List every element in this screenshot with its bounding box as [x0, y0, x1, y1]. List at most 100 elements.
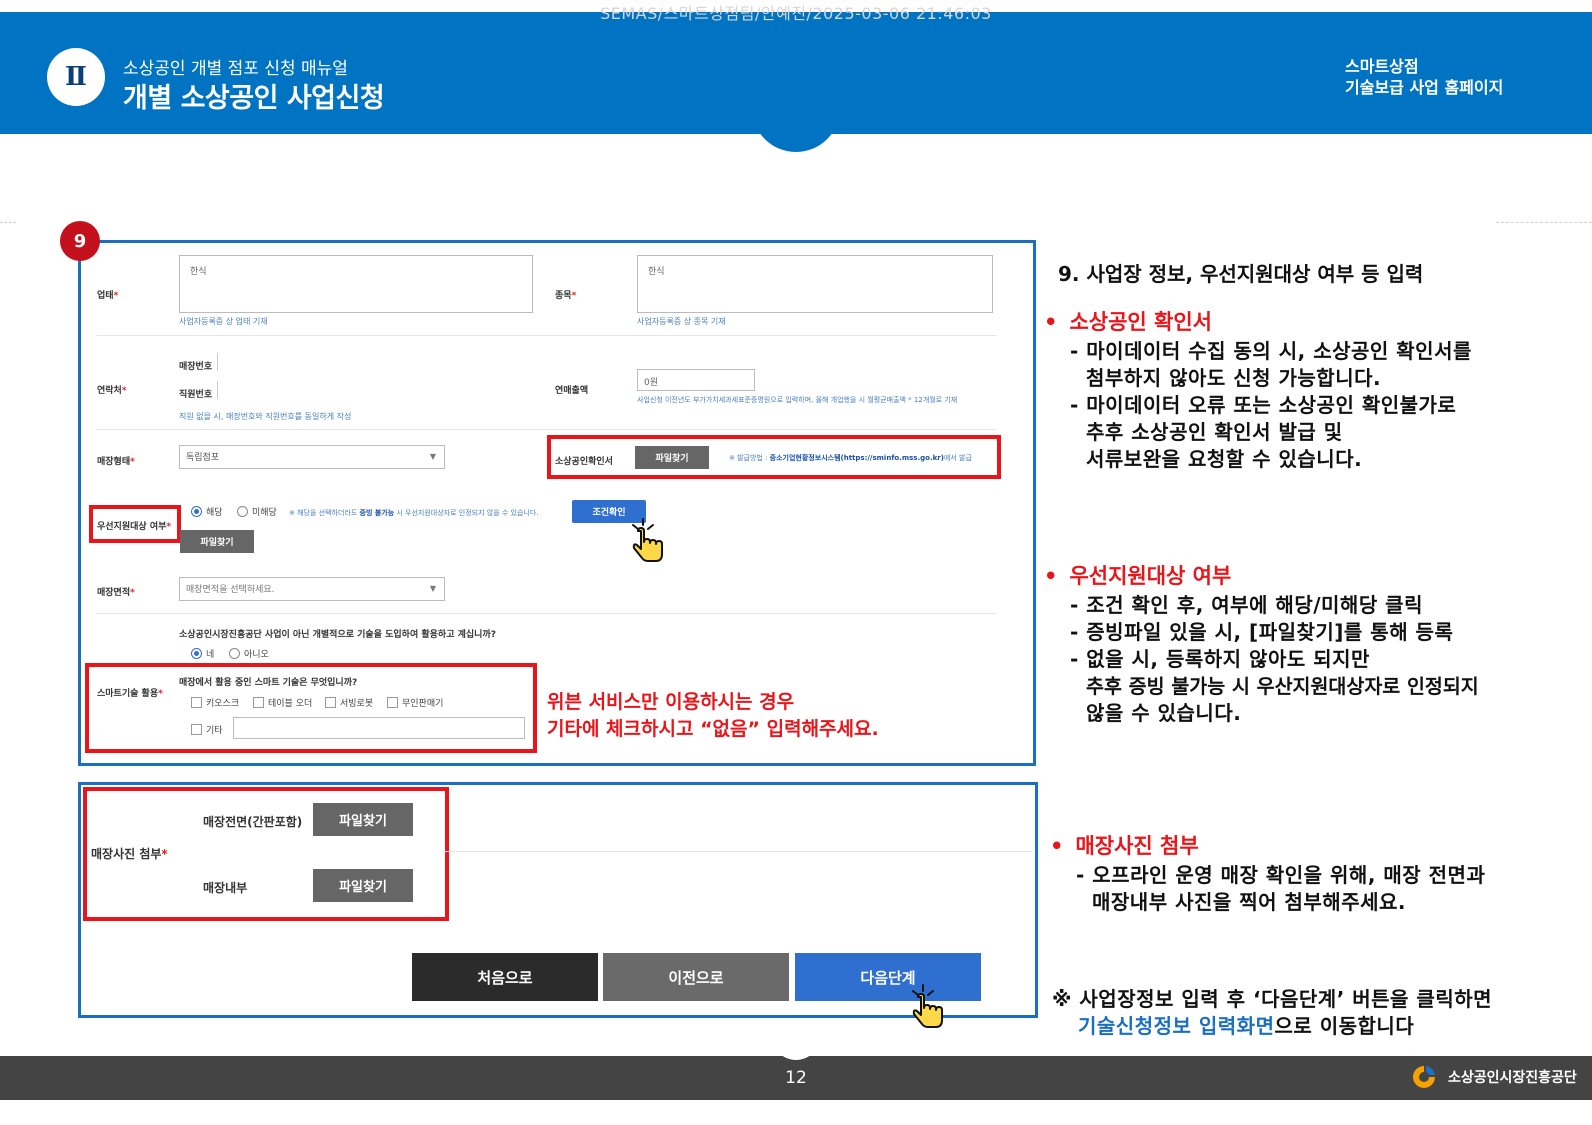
explain-store-photos: • 매장사진 첨부 - 오프라인 운영 매장 확인을 위해, 매장 전면과 매장내…: [1050, 830, 1590, 916]
row-separator: [443, 851, 1033, 852]
store-area-placeholder: 매장면적을 선택하세요.: [186, 585, 275, 595]
section-number-badge: Ⅱ: [47, 48, 105, 106]
sec2-line: - 조건 확인 후, 여부에 해당/미해당 클릭: [1070, 593, 1423, 617]
tech-option-table-order-label: 테이블 오더: [268, 699, 313, 709]
tech-option-other[interactable]: 기타: [191, 723, 223, 736]
business-type-label: 업태*: [97, 291, 119, 301]
pointer-hand-icon: [629, 515, 669, 565]
explain-sbiz-cert-title: • 소상공인 확인서: [1044, 306, 1584, 336]
tech-option-serving-robot[interactable]: 서빙로봇: [325, 696, 373, 709]
radio-checked-icon: [191, 506, 202, 517]
store-front-label: 매장전면(간판포함): [203, 815, 303, 829]
final-line2-rest: 으로 이동합니다: [1274, 1014, 1415, 1038]
smart-tech-question1: 소상공인시장진흥공단 사업이 아닌 개별적으로 기술을 도입하여 활용하고 계십…: [179, 630, 496, 640]
priority-note-bold: 증빙 불가능: [359, 509, 395, 517]
chevron-down-icon: ▼: [429, 584, 436, 593]
store-area-select[interactable]: 매장면적을 선택하세요. ▼: [179, 577, 445, 601]
sec1-line: 추후 소상공인 확인서 발급 및: [1086, 420, 1343, 444]
previous-button[interactable]: 이전으로: [603, 953, 789, 1001]
sec1-title-text: 소상공인 확인서: [1069, 310, 1212, 334]
store-inside-file-button[interactable]: 파일찾기: [313, 869, 413, 902]
store-phone-input[interactable]: [217, 353, 218, 371]
store-phone-label: 매장번호: [179, 362, 213, 372]
smart-tech-no-label: 아니오: [244, 650, 269, 660]
radio-icon: [229, 648, 240, 659]
sec1-line: - 마이데이터 수집 동의 시, 소상공인 확인서를: [1070, 339, 1472, 363]
annual-sales-hint: 사업신청 이전년도 부가가치세과세표준증명원으로 입력하며, 올해 개업했을 시…: [637, 396, 958, 404]
staff-phone-input[interactable]: [217, 381, 218, 399]
radio-checked-icon: [191, 648, 202, 659]
header-notch: [752, 100, 840, 152]
sec3-line: 매장내부 사진을 찍어 첨부해주세요.: [1092, 890, 1406, 914]
business-item-label: 종목*: [555, 291, 577, 301]
checkbox-icon: [191, 724, 202, 735]
final-line1: ※ 사업장정보 입력 후 ‘다음단계’ 버튼을 클릭하면: [1052, 987, 1493, 1011]
business-item-input[interactable]: 한식: [637, 255, 993, 313]
checkbox-icon: [387, 697, 398, 708]
next-step-explanation: ※ 사업장정보 입력 후 ‘다음단계’ 버튼을 클릭하면 기술신청정보 입력화면…: [1052, 986, 1592, 1040]
pointer-hand-icon: [909, 981, 949, 1031]
sec2-line: 추후 증빙 불가능 시 우산지원대상자로 인정되지: [1086, 675, 1479, 698]
store-photo-label: 매장사진 첨부*: [91, 847, 168, 861]
contact-hint: 직원 없을 시, 매장번호와 직원번호를 동일하게 작성: [179, 412, 352, 421]
next-step-button[interactable]: 다음단계: [795, 953, 981, 1001]
priority-file-button[interactable]: 파일찾기: [180, 530, 254, 553]
explain-priority-title: • 우선지원대상 여부: [1044, 560, 1590, 590]
contact-label: 연락처*: [97, 386, 127, 396]
store-front-file-button[interactable]: 파일찾기: [313, 803, 413, 836]
header-title: 개별 소상공인 사업신청: [123, 83, 385, 114]
sec2-title-text: 우선지원대상 여부: [1069, 564, 1232, 588]
priority-note: ※ 해당을 선택하더라도 증빙 불가능 시 우선지원대상자로 인정되지 않을 수…: [289, 508, 539, 518]
store-form-select[interactable]: 독립점포 ▼: [179, 445, 445, 469]
header-right-line1: 스마트상점: [1345, 57, 1419, 76]
tech-option-vending[interactable]: 무인판매기: [387, 696, 443, 709]
bullet-icon: •: [1050, 834, 1064, 858]
tech-option-kiosk-label: 키오스크: [206, 699, 240, 709]
weaven-note: 위븐 서비스만 이용하시는 경우 기타에 체크하시고 “없음” 입력해주세요.: [547, 689, 879, 743]
store-form-label: 매장형태*: [97, 457, 135, 467]
explain-store-photos-title: • 매장사진 첨부: [1050, 830, 1590, 860]
highlight-priority: [89, 505, 181, 543]
sec3-line: - 오프라인 운영 매장 확인을 위해, 매장 전면과: [1076, 863, 1486, 887]
annual-sales-label: 연매출액: [555, 386, 589, 396]
final-line2: 기술신청정보 입력화면으로 이동합니다: [1052, 1013, 1592, 1040]
priority-no-option[interactable]: 미해당: [237, 505, 277, 518]
highlight-sbiz-cert: [547, 435, 1001, 479]
page-number: 12: [785, 1068, 807, 1088]
radio-icon: [237, 506, 248, 517]
smart-tech-yes-option[interactable]: 네: [191, 647, 214, 660]
organization-name: 소상공인시장진흥공단: [1448, 1070, 1577, 1086]
tech-other-input[interactable]: [233, 717, 525, 739]
smart-tech-label: 스마트기술 활용*: [97, 689, 163, 699]
store-form-value: 독립점포: [186, 453, 220, 463]
priority-yes-label: 해당: [206, 508, 223, 518]
step-description-title: 9. 사업장 정보, 우선지원대상 여부 등 입력: [1058, 262, 1424, 286]
business-info-form: 업태* 한식 사업자등록증 상 업태 기재 종목* 한식 사업자등록증 상 종목…: [78, 240, 1036, 766]
checkbox-icon: [253, 697, 264, 708]
row-separator: [97, 335, 997, 336]
sec1-line: 첨부하지 않아도 신청 가능합니다.: [1086, 366, 1382, 390]
divider-left: [0, 222, 16, 223]
smart-tech-no-option[interactable]: 아니오: [229, 647, 269, 660]
chevron-down-icon: ▼: [429, 452, 436, 461]
watermark: SEMAS/스마트상점팀/안예진/2025-03-06 21:46:03: [600, 4, 992, 23]
sec1-line: - 마이데이터 오류 또는 소상공인 확인불가로: [1070, 393, 1457, 417]
business-type-input[interactable]: 한식: [179, 255, 533, 313]
weaven-note-line1: 위븐 서비스만 이용하시는 경우: [547, 691, 795, 713]
sec2-line: 않을 수 있습니다.: [1086, 701, 1242, 725]
tech-option-table-order[interactable]: 테이블 오더: [253, 696, 312, 709]
divider-right: [1496, 222, 1592, 223]
header-right-title: 스마트상점 기술보급 사업 홈페이지: [1345, 56, 1503, 98]
tech-option-kiosk[interactable]: 키오스크: [191, 696, 239, 709]
bullet-icon: •: [1044, 564, 1058, 588]
staff-phone-label: 직원번호: [179, 390, 213, 400]
sec2-line: - 없을 시, 등록하지 않아도 되지만: [1070, 647, 1370, 671]
priority-note-prefix: ※ 해당을 선택하더라도: [289, 509, 360, 517]
annual-sales-input[interactable]: 0원: [637, 369, 755, 391]
priority-yes-option[interactable]: 해당: [191, 505, 223, 518]
row-separator: [97, 429, 997, 430]
explain-priority: • 우선지원대상 여부 - 조건 확인 후, 여부에 해당/미해당 클릭 - 증빙…: [1044, 560, 1590, 727]
tech-option-vending-label: 무인판매기: [402, 699, 444, 709]
first-page-button[interactable]: 처음으로: [412, 953, 598, 1001]
row-separator: [97, 613, 997, 614]
